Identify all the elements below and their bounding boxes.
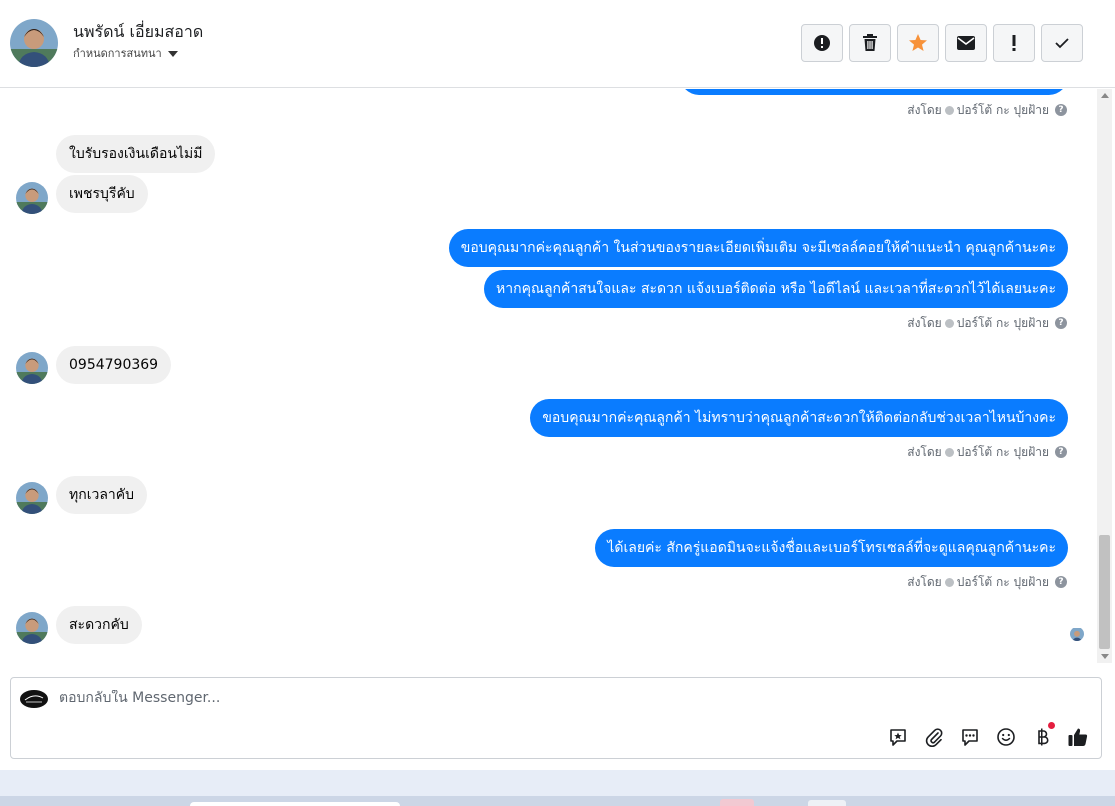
mark-unread-button[interactable] <box>945 24 987 62</box>
scroll-up-arrow-icon[interactable] <box>1101 93 1109 98</box>
page-logo-icon <box>20 690 48 708</box>
mark-spam-button[interactable] <box>801 24 843 62</box>
sender-avatar[interactable] <box>16 182 48 214</box>
sent-by-label: ส่งโดย <box>907 316 942 330</box>
conversation-header: นพรัดน์ เอี่ยมสอาด กำหนดการสนทนา <box>0 0 1115 88</box>
help-icon[interactable]: ? <box>1055 446 1067 458</box>
message-bubble-outgoing-partial[interactable] <box>680 89 1068 95</box>
chat-bubble-icon <box>962 729 978 746</box>
saved-reply-button[interactable] <box>887 726 909 748</box>
contact-avatar[interactable] <box>10 19 58 67</box>
message-bubble-outgoing[interactable]: ได้เลยค่ะ สักครู่แอดมินจะแจ้งชื่อและเบอร… <box>595 529 1068 567</box>
caret-down-icon <box>167 50 178 57</box>
star-button[interactable] <box>897 24 939 62</box>
like-icon <box>1068 728 1088 746</box>
sent-check-icon <box>944 105 954 115</box>
sender-avatar[interactable] <box>16 612 48 644</box>
sent-check-icon <box>944 318 954 328</box>
thread-scrollbar[interactable] <box>1097 89 1112 663</box>
label-conversation-dropdown[interactable]: กำหนดการสนทนา <box>73 44 178 62</box>
baht-payment-icon <box>1038 728 1049 746</box>
sent-check-icon <box>944 577 954 587</box>
star-icon <box>909 34 927 51</box>
sent-by-label: ส่งโดย <box>907 103 942 117</box>
sender-name: ปอร์โต้ กะ ปุยฝ้าย <box>956 316 1049 330</box>
message-bubble-outgoing[interactable]: หากคุณลูกค้าสนใจและ สะดวก แจ้งเบอร์ติดต่… <box>484 270 1068 308</box>
help-icon[interactable]: ? <box>1055 576 1067 588</box>
emoji-icon <box>997 728 1015 746</box>
exclamation-icon <box>1012 35 1016 51</box>
delete-button[interactable] <box>849 24 891 62</box>
envelope-icon <box>957 36 975 50</box>
inbox-conversation-view: นพรัดน์ เอี่ยมสอาด กำหนดการสนทนา ส่งโดย … <box>0 0 1115 806</box>
sender-avatar[interactable] <box>16 482 48 514</box>
attach-file-button[interactable] <box>923 726 945 748</box>
header-actions <box>801 24 1083 62</box>
contact-name[interactable]: นพรัดน์ เอี่ยมสอาด <box>73 20 203 45</box>
scroll-thumb[interactable] <box>1099 535 1110 649</box>
taskbar-item[interactable] <box>190 802 400 806</box>
message-bubble-incoming[interactable]: ใบรับรองเงินเดือนไม่มี <box>56 135 216 173</box>
os-taskbar <box>0 796 1115 806</box>
help-icon[interactable]: ? <box>1055 317 1067 329</box>
sender-name: ปอร์โต้ กะ ปุยฝ้าย <box>956 103 1049 117</box>
mark-done-button[interactable] <box>1041 24 1083 62</box>
message-bubble-incoming[interactable]: สะดวกคับ <box>56 606 142 644</box>
important-button[interactable] <box>993 24 1035 62</box>
sent-by-line: ส่งโดย ปอร์โต้ กะ ปุยฝ้าย <box>907 315 1049 331</box>
message-bubble-outgoing[interactable]: ขอบคุณมากค่ะคุณลูกค้า ในส่วนของรายละเอีย… <box>448 229 1068 267</box>
message-bubble-incoming[interactable]: เพชรบุรีคับ <box>56 175 148 213</box>
help-icon[interactable]: ? <box>1055 104 1067 116</box>
sender-name: ปอร์โต้ กะ ปุยฝ้าย <box>956 575 1049 589</box>
sender-name: ปอร์โต้ กะ ปุยฝ้าย <box>956 445 1049 459</box>
alert-circle-icon <box>814 35 830 51</box>
message-thread[interactable]: ส่งโดย ปอร์โต้ กะ ปุยฝ้าย ? ใบรับรองเงิน… <box>0 89 1097 663</box>
sent-by-label: ส่งโดย <box>907 575 942 589</box>
page-footer-band <box>0 770 1115 796</box>
emoji-button[interactable] <box>995 726 1017 748</box>
reply-composer <box>10 677 1102 759</box>
taskbar-item[interactable] <box>720 799 754 806</box>
message-bubble-incoming[interactable]: 0954790369 <box>56 346 172 384</box>
label-conversation-text: กำหนดการสนทนา <box>73 47 162 60</box>
sent-by-label: ส่งโดย <box>907 445 942 459</box>
attachment-icon <box>925 728 943 747</box>
like-button[interactable] <box>1067 726 1089 748</box>
composer-tools <box>887 722 1089 748</box>
saved-reply-icon <box>890 729 906 746</box>
sent-by-line: ส่งโดย ปอร์โต้ กะ ปุยฝ้าย <box>907 102 1049 118</box>
trash-icon <box>863 34 877 51</box>
scroll-down-arrow-icon[interactable] <box>1101 654 1109 659</box>
sender-avatar[interactable] <box>16 352 48 384</box>
payment-button[interactable] <box>1031 722 1055 748</box>
notification-dot <box>1048 722 1055 729</box>
chat-reply-button[interactable] <box>959 726 981 748</box>
sent-by-line: ส่งโดย ปอร์โต้ กะ ปุยฝ้าย <box>907 574 1049 590</box>
checkmark-icon <box>1055 38 1069 49</box>
seen-avatar-icon <box>1070 627 1084 641</box>
taskbar-item[interactable] <box>808 800 846 806</box>
message-bubble-outgoing[interactable]: ขอบคุณมากค่ะคุณลูกค้า ไม่ทราบว่าคุณลูกค้… <box>530 399 1068 437</box>
sent-by-line: ส่งโดย ปอร์โต้ กะ ปุยฝ้าย <box>907 444 1049 460</box>
message-bubble-incoming[interactable]: ทุกเวลาคับ <box>56 476 148 514</box>
reply-input[interactable] <box>59 690 859 706</box>
sent-check-icon <box>944 447 954 457</box>
